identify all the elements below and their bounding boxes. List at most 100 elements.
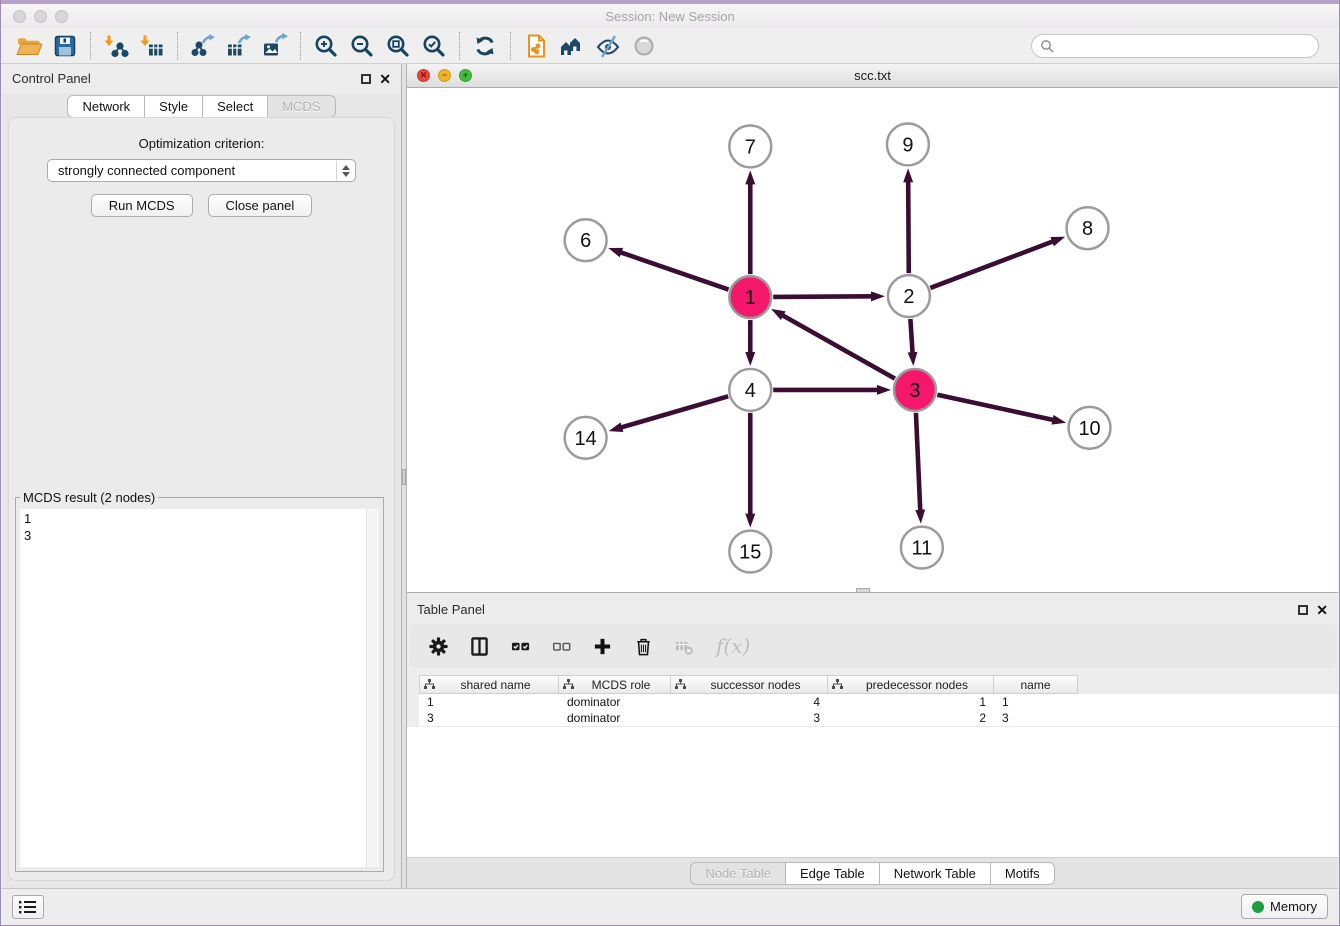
show-panels-button[interactable] xyxy=(626,31,662,61)
graph-node-3[interactable]: 3 xyxy=(894,369,936,411)
splitter-handle[interactable] xyxy=(402,469,406,485)
column-header-successor-nodes[interactable]: successor nodes xyxy=(671,675,828,694)
open-session-button[interactable] xyxy=(11,31,47,61)
deselect-all-rows-button[interactable] xyxy=(550,635,572,657)
tab-style[interactable]: Style xyxy=(144,95,203,118)
table-settings-button[interactable] xyxy=(427,635,449,657)
graph-edge-3-11[interactable] xyxy=(916,413,920,511)
refresh-layout-button[interactable] xyxy=(467,31,503,61)
horizontal-splitter-handle[interactable] xyxy=(856,588,870,593)
graph-node-15[interactable]: 15 xyxy=(729,531,771,573)
column-header-shared-name[interactable]: shared name xyxy=(419,675,559,694)
graph-node-14[interactable]: 14 xyxy=(565,417,607,459)
show-columns-button[interactable] xyxy=(468,635,490,657)
import-table-icon xyxy=(139,33,165,59)
graph-edge-1-2[interactable] xyxy=(773,296,872,297)
column-header-predecessor-nodes[interactable]: predecessor nodes xyxy=(828,675,994,694)
open-folder-icon xyxy=(16,33,42,59)
delete-column-button[interactable] xyxy=(632,635,654,657)
graph-node-4[interactable]: 4 xyxy=(729,369,771,411)
table-cell[interactable]: 2 xyxy=(828,710,994,726)
zoom-in-button[interactable] xyxy=(308,31,344,61)
table-cell[interactable]: 3 xyxy=(419,710,559,726)
criterion-select[interactable]: strongly connected component xyxy=(47,159,356,182)
task-history-button[interactable] xyxy=(12,895,44,919)
delete-table-button[interactable] xyxy=(673,635,695,657)
column-header-MCDS-role[interactable]: MCDS role xyxy=(559,675,671,694)
tab-network[interactable]: Network xyxy=(67,95,145,118)
table-cell[interactable]: dominator xyxy=(559,710,671,726)
zoom-out-button[interactable] xyxy=(344,31,380,61)
graph-edge-4-14[interactable] xyxy=(621,396,728,427)
network-canvas[interactable]: 7 9 6 8 1 2 4 3 14 10 15 11 xyxy=(407,88,1338,592)
tab-mcds[interactable]: MCDS xyxy=(267,95,335,118)
toolbar-separator xyxy=(177,32,178,60)
graph-edge-2-8[interactable] xyxy=(930,241,1053,288)
graph-node-6[interactable]: 6 xyxy=(565,219,607,261)
table-cell[interactable]: 1 xyxy=(419,694,559,710)
graph-node-8[interactable]: 8 xyxy=(1067,207,1109,249)
memory-button[interactable]: Memory xyxy=(1241,894,1328,919)
graph-node-11[interactable]: 11 xyxy=(901,527,943,569)
window-title: Session: New Session xyxy=(1,9,1339,24)
import-table-button[interactable] xyxy=(134,31,170,61)
close-panel-icon[interactable]: ✕ xyxy=(379,72,391,86)
table-tab-node-table[interactable]: Node Table xyxy=(690,862,786,885)
result-scrollbar[interactable] xyxy=(366,509,379,867)
graph-edge-3-1[interactable] xyxy=(782,315,894,378)
zoom-fit-button[interactable] xyxy=(380,31,416,61)
titlebar: Session: New Session xyxy=(1,4,1339,28)
graph-node-7[interactable]: 7 xyxy=(729,125,771,167)
graph-node-9[interactable]: 9 xyxy=(887,123,929,165)
table-cell[interactable]: 4 xyxy=(671,694,828,710)
select-all-rows-button[interactable] xyxy=(509,635,531,657)
mcds-result-text[interactable]: 1 3 xyxy=(20,509,379,867)
run-mcds-button[interactable]: Run MCDS xyxy=(91,194,193,217)
save-session-button[interactable] xyxy=(47,31,83,61)
table-cell[interactable]: 1 xyxy=(828,694,994,710)
criterion-select-value: strongly connected component xyxy=(58,163,235,178)
table-tab-network-table[interactable]: Network Table xyxy=(879,862,991,885)
zoom-selected-button[interactable] xyxy=(416,31,452,61)
float-panel-icon[interactable] xyxy=(361,74,371,84)
float-table-panel-icon[interactable] xyxy=(1298,605,1308,615)
export-table-button[interactable] xyxy=(221,31,257,61)
import-network-button[interactable] xyxy=(98,31,134,61)
table-tab-edge-table[interactable]: Edge Table xyxy=(785,862,880,885)
table-row[interactable]: 1dominator411 xyxy=(419,694,1338,710)
column-header-name[interactable]: name xyxy=(994,675,1078,694)
graph-edge-2-9[interactable] xyxy=(908,181,909,273)
table-cell[interactable]: 1 xyxy=(994,694,1078,710)
search-field[interactable] xyxy=(1031,34,1319,58)
export-image-button[interactable] xyxy=(257,31,293,61)
table-tab-motifs[interactable]: Motifs xyxy=(990,862,1055,885)
graph-edge-3-10[interactable] xyxy=(937,395,1053,420)
search-input[interactable] xyxy=(1059,37,1310,54)
graph-node-10[interactable]: 10 xyxy=(1069,407,1111,449)
close-table-panel-icon[interactable]: ✕ xyxy=(1316,603,1328,617)
export-image-icon xyxy=(262,33,288,59)
node-table: shared nameMCDS rolesuccessor nodesprede… xyxy=(419,675,1338,726)
graph-node-1[interactable]: 1 xyxy=(729,276,771,318)
graph-node-2[interactable]: 2 xyxy=(888,275,930,317)
toolbar-separator xyxy=(459,32,460,60)
function-builder-button[interactable]: f(x) xyxy=(716,634,750,658)
graph-node-label: 9 xyxy=(902,134,913,156)
table-row[interactable]: 3dominator323 xyxy=(419,710,1338,726)
create-column-button[interactable] xyxy=(591,635,613,657)
table-cell[interactable]: 3 xyxy=(994,710,1078,726)
copy-network-button[interactable] xyxy=(518,31,554,61)
tab-select[interactable]: Select xyxy=(202,95,268,118)
table-cell[interactable]: dominator xyxy=(559,694,671,710)
memory-status-icon xyxy=(1252,901,1264,913)
refresh-icon xyxy=(472,33,498,59)
show-all-networks-button[interactable] xyxy=(554,31,590,61)
table-cell[interactable]: 3 xyxy=(671,710,828,726)
export-network-icon xyxy=(190,33,216,59)
save-disk-icon xyxy=(52,33,78,59)
graph-edge-1-6[interactable] xyxy=(621,252,729,289)
hide-panels-button[interactable] xyxy=(590,31,626,61)
export-network-button[interactable] xyxy=(185,31,221,61)
graph-edge-2-3[interactable] xyxy=(910,319,912,353)
close-panel-button[interactable]: Close panel xyxy=(208,194,313,217)
